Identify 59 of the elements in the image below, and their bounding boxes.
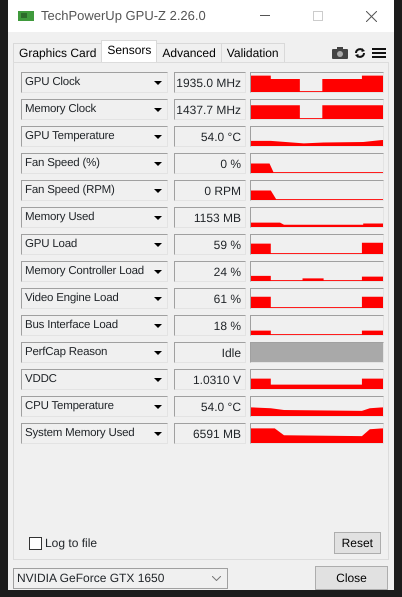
- camera-icon[interactable]: [332, 47, 348, 59]
- sensor-dropdown[interactable]: PerfCap Reason: [21, 342, 168, 363]
- close-icon: [366, 10, 376, 22]
- sensor-value: 1935.0 MHz: [174, 72, 246, 93]
- tab[interactable]: Graphics Card: [13, 43, 102, 62]
- sensor-dropdown[interactable]: Fan Speed (%): [21, 153, 168, 174]
- dropdown-arrow-icon: [154, 80, 162, 84]
- sensor-dropdown[interactable]: VDDC: [21, 369, 168, 390]
- sensor-dropdown[interactable]: System Memory Used: [21, 423, 168, 444]
- close-button[interactable]: Close: [315, 566, 388, 590]
- tab[interactable]: Sensors: [101, 40, 158, 62]
- device-select[interactable]: NVIDIA GeForce GTX 1650: [13, 568, 228, 588]
- dropdown-arrow-icon: [154, 296, 162, 300]
- window-title: TechPowerUp GPU-Z 2.26.0: [41, 7, 207, 26]
- sensor-dropdown[interactable]: GPU Load: [21, 234, 168, 255]
- sensor-value: 61 %: [174, 288, 246, 309]
- tab[interactable]: Validation: [220, 43, 285, 62]
- sensor-dropdown[interactable]: Bus Interface Load: [21, 315, 168, 336]
- sensor-value: 18 %: [174, 315, 246, 336]
- sensor-value: 0 RPM: [174, 180, 246, 201]
- menu-icon[interactable]: [372, 47, 386, 59]
- minimize-icon: [260, 15, 270, 17]
- dropdown-arrow-icon: [154, 242, 162, 246]
- dropdown-arrow-icon: [154, 108, 162, 112]
- sensor-value: 24 %: [174, 261, 246, 282]
- sensor-value: Idle: [174, 342, 246, 363]
- sensor-value: 6591 MB: [174, 423, 246, 444]
- sensor-value: 1.0310 V: [174, 369, 246, 390]
- sensor-dropdown[interactable]: GPU Temperature: [21, 126, 168, 147]
- sensor-value: 0 %: [174, 153, 246, 174]
- sensor-value: 1153 MB: [174, 207, 246, 228]
- dropdown-arrow-icon: [154, 350, 162, 354]
- dropdown-arrow-icon: [154, 432, 162, 436]
- sensor-dropdown[interactable]: Memory Controller Load: [21, 261, 168, 282]
- dropdown-arrow-icon: [154, 324, 162, 328]
- sensor-dropdown[interactable]: GPU Clock: [21, 72, 168, 93]
- sensor-value: 1437.7 MHz: [174, 99, 246, 120]
- dropdown-arrow-icon: [154, 216, 162, 220]
- dropdown-arrow-icon: [154, 162, 162, 166]
- log-label: Log to file: [45, 535, 98, 552]
- sensor-dropdown[interactable]: Memory Used: [21, 207, 168, 228]
- dropdown-arrow-icon: [154, 378, 162, 382]
- dropdown-arrow-icon: [154, 188, 162, 192]
- reset-button[interactable]: Reset: [334, 532, 381, 554]
- sensor-dropdown[interactable]: Video Engine Load: [21, 288, 168, 309]
- maximize-icon: [313, 11, 323, 21]
- sensor-dropdown[interactable]: Fan Speed (RPM): [21, 180, 168, 201]
- sensor-dropdown[interactable]: Memory Clock: [21, 99, 168, 120]
- sensor-value: 54.0 °C: [174, 126, 246, 147]
- log-checkbox[interactable]: [29, 536, 42, 550]
- chevron-icon: [212, 576, 221, 580]
- sensor-dropdown[interactable]: CPU Temperature: [21, 396, 168, 417]
- dropdown-arrow-icon: [154, 134, 162, 138]
- sensor-value: 59 %: [174, 234, 246, 255]
- sensor-value: 54.0 °C: [174, 396, 246, 417]
- refresh-icon[interactable]: [354, 47, 366, 59]
- app-icon: [18, 10, 34, 22]
- dropdown-arrow-icon: [154, 404, 162, 408]
- dropdown-arrow-icon: [154, 270, 162, 274]
